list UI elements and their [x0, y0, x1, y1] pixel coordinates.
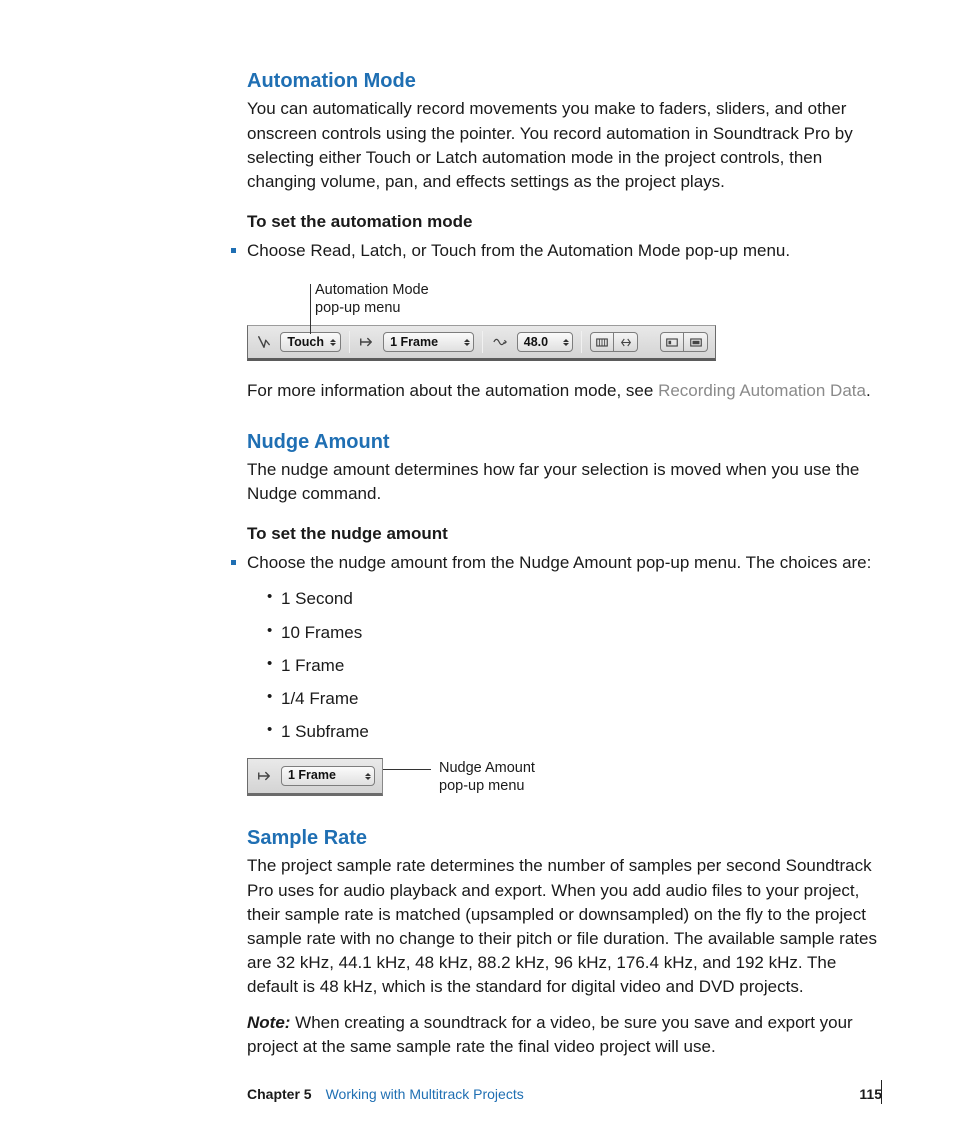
- project-controls-toolbar: Touch 1 Frame 48.0: [247, 325, 716, 361]
- sample-rate-value: 48.0: [524, 334, 548, 352]
- nudge-option: 10 Frames: [267, 621, 882, 645]
- snap-button-1[interactable]: [590, 332, 614, 352]
- heading-nudge-amount: Nudge Amount: [247, 428, 882, 456]
- callout-line2: pop-up menu: [315, 300, 400, 316]
- nudge-amount-popup[interactable]: 1 Frame: [281, 766, 375, 786]
- nudge-toolbar-fragment: 1 Frame: [247, 758, 383, 796]
- nudge-amount-value: 1 Frame: [288, 767, 336, 785]
- automation-mode-popup[interactable]: Touch: [280, 332, 340, 352]
- nudge-amount-description: The nudge amount determines how far your…: [247, 458, 882, 506]
- snap-button-2[interactable]: [614, 332, 638, 352]
- view-button-group: [660, 332, 708, 352]
- step-choose-nudge-amount: Choose the nudge amount from the Nudge A…: [231, 551, 882, 575]
- automation-icon: [255, 333, 272, 351]
- chapter-title: Working with Multitrack Projects: [326, 1085, 524, 1105]
- link-recording-automation-data[interactable]: Recording Automation Data: [658, 381, 866, 400]
- note-label: Note:: [247, 1013, 290, 1032]
- view-button-1[interactable]: [660, 332, 684, 352]
- nudge-option: 1 Frame: [267, 654, 882, 678]
- step-choose-automation-mode: Choose Read, Latch, or Touch from the Au…: [231, 239, 882, 263]
- automation-mode-more-info: For more information about the automatio…: [247, 379, 882, 403]
- view-button-2[interactable]: [684, 332, 708, 352]
- nudge-option: 1 Subframe: [267, 720, 882, 744]
- sample-rate-popup[interactable]: 48.0: [517, 332, 573, 352]
- nudge-amount-options: 1 Second 10 Frames 1 Frame 1/4 Frame 1 S…: [267, 587, 882, 744]
- figure-nudge-popup: 1 Frame Nudge Amount pop-up menu: [247, 758, 882, 796]
- figure-automation-toolbar: Automation Mode pop-up menu Touch 1 Fram…: [247, 281, 882, 361]
- callout-line1: Automation Mode: [315, 282, 429, 298]
- nudge-icon: [255, 767, 273, 785]
- nudge-option: 1 Second: [267, 587, 882, 611]
- nudge-option: 1/4 Frame: [267, 687, 882, 711]
- sample-rate-description: The project sample rate determines the n…: [247, 854, 882, 999]
- callout-automation-mode-popup: Automation Mode pop-up menu: [315, 281, 882, 317]
- callout-line1: Nudge Amount: [439, 760, 535, 776]
- heading-automation-mode: Automation Mode: [247, 67, 882, 95]
- page-footer: Chapter 5 Working with Multitrack Projec…: [0, 1085, 954, 1105]
- automation-mode-value: Touch: [287, 334, 324, 352]
- callout-line2: pop-up menu: [439, 778, 524, 794]
- automation-mode-description: You can automatically record movements y…: [247, 97, 882, 194]
- chapter-label: Chapter 5: [247, 1085, 312, 1105]
- nudge-amount-popup[interactable]: 1 Frame: [383, 332, 474, 352]
- sample-rate-icon: [491, 333, 508, 351]
- task-set-nudge-amount: To set the nudge amount: [247, 522, 882, 546]
- task-set-automation-mode: To set the automation mode: [247, 210, 882, 234]
- page-number: 115: [859, 1085, 882, 1105]
- nudge-amount-value: 1 Frame: [390, 334, 438, 352]
- nudge-icon: [358, 333, 375, 351]
- callout-nudge-amount-popup: Nudge Amount pop-up menu: [383, 759, 535, 795]
- heading-sample-rate: Sample Rate: [247, 824, 882, 852]
- sample-rate-note: Note: When creating a soundtrack for a v…: [247, 1011, 882, 1059]
- snap-button-group: [590, 332, 638, 352]
